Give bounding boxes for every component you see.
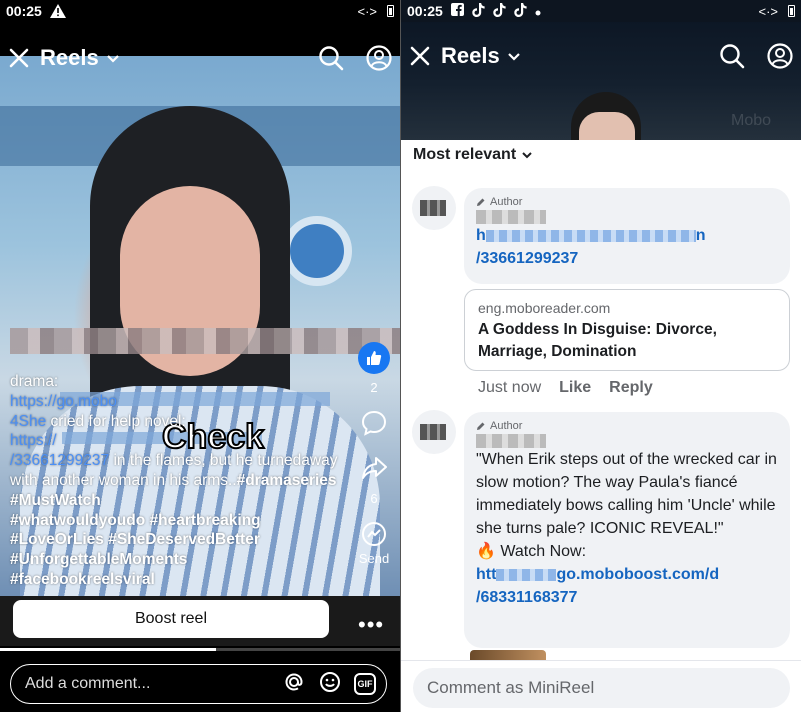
avatar[interactable] [412,410,456,454]
comment-placeholder: Comment as MiniReel [427,678,595,697]
share-count: 6 [370,491,378,506]
add-comment-input[interactable]: Add a comment... GIF [10,664,387,704]
pencil-icon [477,422,485,430]
comment-actions: Just now Like Reply [478,379,653,397]
author-badge: Author [476,196,778,208]
reels-title[interactable]: Reels [40,45,99,71]
profile-icon[interactable] [366,45,392,71]
pencil-icon [477,198,485,206]
comment-as-input[interactable]: Comment as MiniReel [413,668,790,708]
caption-prefix: drama: [10,373,59,390]
search-icon[interactable] [719,43,745,69]
sort-dropdown[interactable]: Most relevant [413,146,532,164]
reels-header: Reels [401,34,801,78]
share-icon[interactable] [360,454,388,485]
search-icon[interactable] [318,45,344,71]
status-time: 00:25 [6,3,42,19]
video-watermark: Mobo [731,112,772,129]
battery-icon [387,5,394,17]
comment-text: "When Erik steps out of the wrecked car … [476,451,777,537]
blurred-user-row [10,328,400,354]
profile-icon[interactable] [767,43,793,69]
mention-icon[interactable] [282,670,306,699]
caption-link-2-start[interactable]: https:// [10,432,57,449]
caption-link-1[interactable]: https://go.mobo [10,393,117,410]
tiktok-notification-icon [514,2,527,20]
reel-actions: 2 6 Send [354,338,394,566]
status-bar: 00:25 <·> [401,0,801,22]
reels-title[interactable]: Reels [441,43,500,69]
close-icon[interactable] [409,45,431,67]
hashtag[interactable]: #facebookreelsviral [10,571,155,588]
chevron-down-icon [522,146,532,164]
boost-reel-button[interactable]: Boost reel [13,600,329,638]
watch-now-label: Watch Now: [495,543,587,560]
send-icon[interactable] [360,520,388,551]
comment-link[interactable]: /33661299237 [476,247,778,270]
facebook-notification-icon [450,3,464,19]
comment-bubble[interactable]: Author "When Erik steps out of the wreck… [464,412,790,648]
warning-icon [49,4,66,18]
caption-link-1-tail[interactable]: 4She [10,413,46,430]
more-notifications-dot-icon [535,3,541,19]
like-count: 2 [370,380,378,395]
caption-link-2-end[interactable]: /33661299237 [10,452,109,469]
comment-link[interactable]: htt go.moboboost.com/d [476,563,778,586]
comment-bubble[interactable]: Author hn /33661299237 [464,188,790,284]
rotate-arrows-icon: <·> [357,3,377,19]
commenter-name-blurred[interactable] [476,210,546,224]
comment-link[interactable]: /68331168377 [476,586,778,609]
preview-domain: eng.moboreader.com [478,300,611,316]
tiktok-notification-icon [493,2,506,20]
hashtag[interactable]: #SheDeservedBetter [108,531,260,548]
send-label: Send [358,551,390,566]
rotate-arrows-icon: <·> [758,3,778,19]
caption-text-1: cried for help novel: [46,412,186,430]
gif-icon[interactable]: GIF [354,673,376,695]
close-icon[interactable] [8,47,30,69]
like-icon[interactable] [358,342,390,374]
more-options-icon[interactable]: ••• [358,612,384,638]
hashtag[interactable]: #whatwouldyoudo [10,512,145,529]
comment-time: Just now [478,379,542,396]
comment-placeholder: Add a comment... [25,675,151,692]
reel-caption[interactable]: drama: https://go.mobo 4She cried for he… [10,372,350,590]
commenter-name-blurred[interactable] [476,434,546,448]
hashtag[interactable]: #dramaseries [237,472,337,489]
hashtag[interactable]: #heartbreaking [150,512,261,529]
battery-icon [788,5,795,17]
tiktok-notification-icon [472,2,485,20]
chevron-down-icon[interactable] [106,50,119,66]
fire-icon: 🔥 [476,543,496,560]
status-bar: 00:25 <·> [0,0,400,22]
video-progress-fill [0,648,216,651]
hashtag[interactable]: #MustWatch [10,492,101,509]
link-preview-card[interactable]: eng.moboreader.com A Goddess In Disguise… [464,289,790,371]
chevron-down-icon[interactable] [507,48,520,64]
author-badge: Author [476,420,778,432]
avatar[interactable] [412,186,456,230]
sort-label: Most relevant [413,146,517,163]
hashtag[interactable]: #LoveOrLies [10,531,104,548]
reels-header: Reels [0,36,400,80]
comment-link[interactable]: hn [476,224,778,247]
status-time: 00:25 [407,3,443,19]
reply-button[interactable]: Reply [609,379,653,397]
hashtag[interactable]: #UnforgettableMoments [10,551,187,568]
emoji-icon[interactable] [318,670,342,699]
like-button[interactable]: Like [559,379,591,397]
preview-title: A Goddess In Disguise: Divorce, Marriage… [478,321,717,360]
comment-icon[interactable] [360,409,388,440]
video-progress[interactable] [0,648,400,651]
reel-player-pane: 00:25 <·> Reels Check drama: https://go.… [0,0,400,712]
